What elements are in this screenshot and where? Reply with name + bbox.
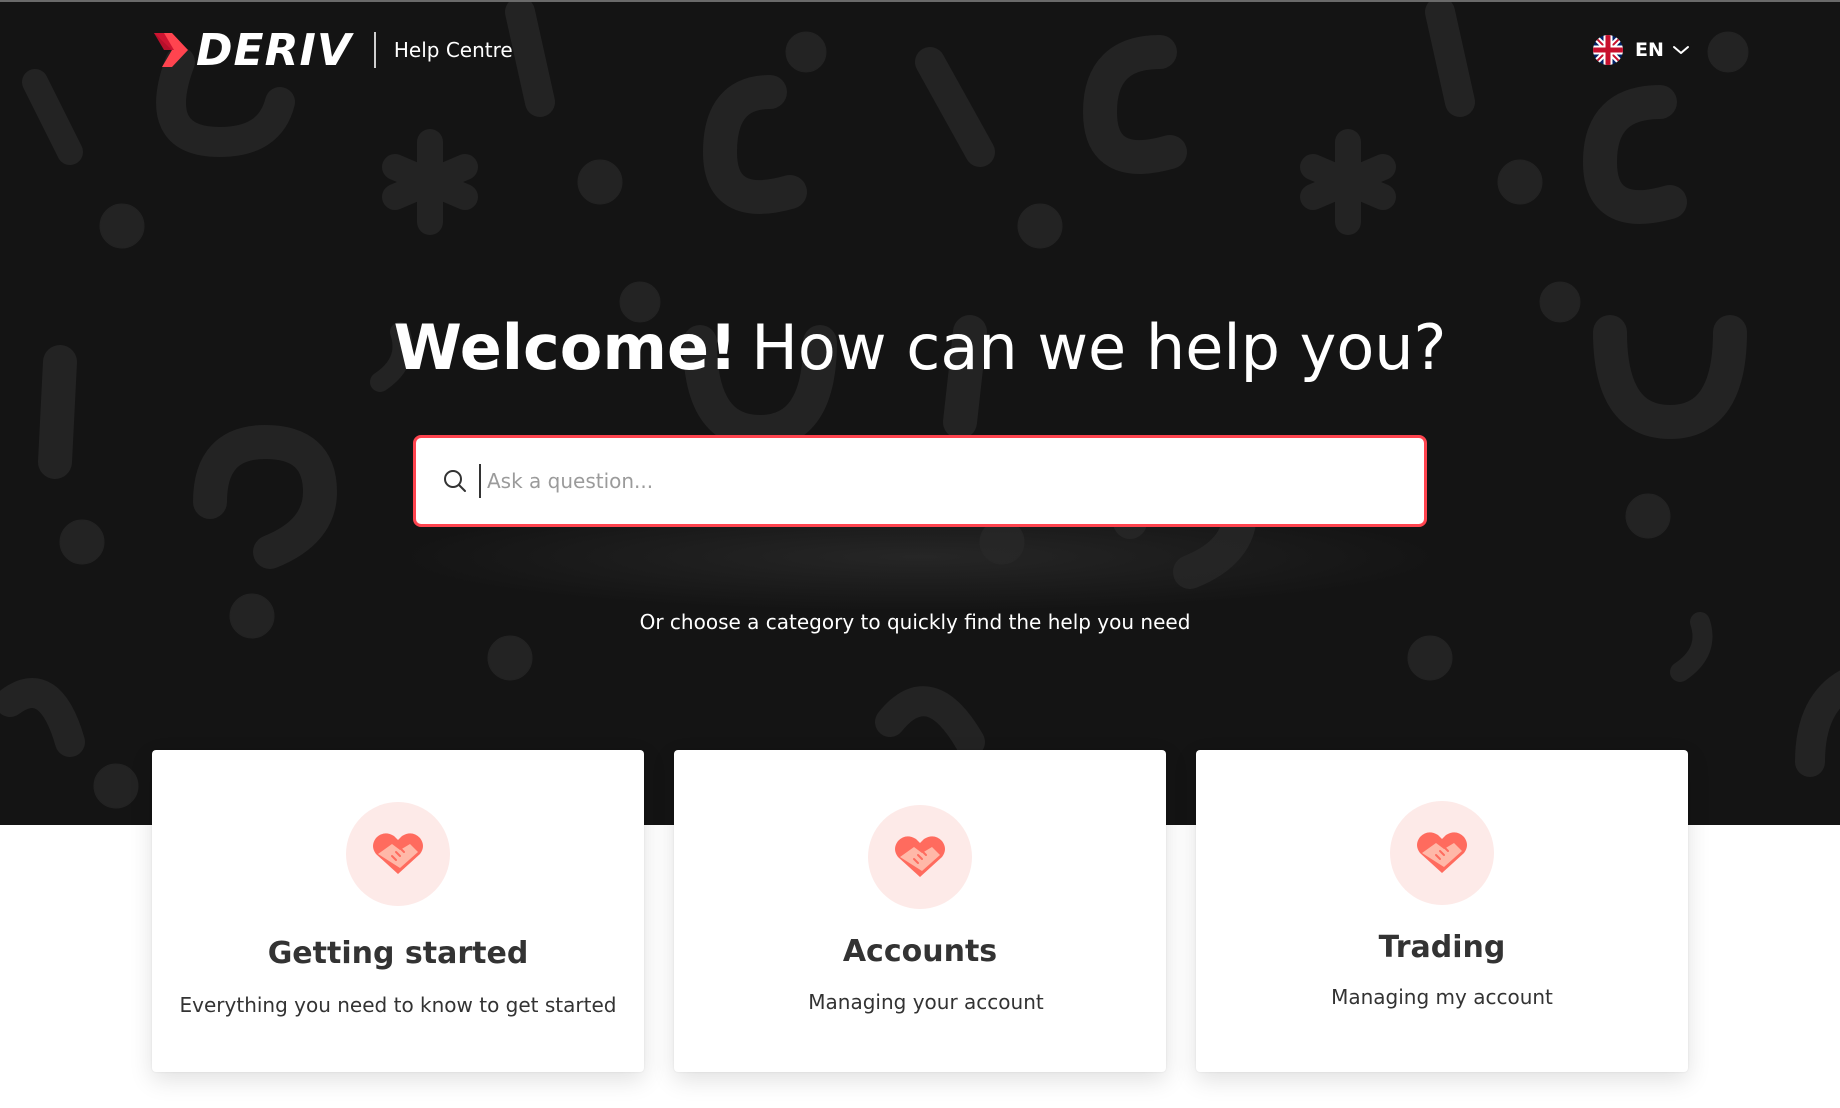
text-cursor <box>479 464 481 498</box>
uk-flag-icon <box>1593 35 1623 65</box>
deriv-logo[interactable]: DERIV <box>152 25 352 76</box>
header-divider <box>373 32 376 68</box>
handshake-heart-icon <box>1390 801 1494 905</box>
card-title: Trading <box>1378 930 1506 965</box>
category-card-trading[interactable]: Trading Managing my account <box>1196 750 1688 1072</box>
category-cards: Getting started Everything you need to k… <box>152 750 1688 1072</box>
deriv-chevron-icon <box>154 33 188 67</box>
brand-wordmark: DERIV <box>196 24 352 76</box>
handshake-heart-icon <box>868 805 972 909</box>
background-pattern <box>0 2 1840 809</box>
category-card-accounts[interactable]: Accounts Managing your account <box>674 750 1166 1072</box>
search-bar[interactable] <box>413 435 1427 527</box>
hero-section: DERIV Help Centre EN Welcome! How can we … <box>0 0 1840 825</box>
card-description: Managing my account <box>1331 985 1553 1009</box>
card-description: Everything you need to know to get start… <box>179 993 617 1017</box>
top-navigation: DERIV Help Centre <box>152 25 513 76</box>
search-icon <box>444 470 466 492</box>
chevron-down-icon <box>1672 46 1689 54</box>
card-description: Managing your account <box>808 990 1044 1014</box>
card-title: Accounts <box>842 934 998 969</box>
page-headline: Welcome! How can we help you? <box>0 310 1840 386</box>
headline-question: How can we help you? <box>751 311 1447 384</box>
help-centre-label[interactable]: Help Centre <box>394 38 513 62</box>
language-selector[interactable]: EN <box>1592 30 1690 70</box>
language-code: EN <box>1635 39 1664 61</box>
category-card-getting-started[interactable]: Getting started Everything you need to k… <box>152 750 644 1072</box>
handshake-heart-icon <box>346 802 450 906</box>
card-title: Getting started <box>267 936 529 971</box>
headline-welcome: Welcome! <box>393 311 738 384</box>
search-input[interactable] <box>487 461 1424 501</box>
category-hint: Or choose a category to quickly find the… <box>639 610 1191 634</box>
